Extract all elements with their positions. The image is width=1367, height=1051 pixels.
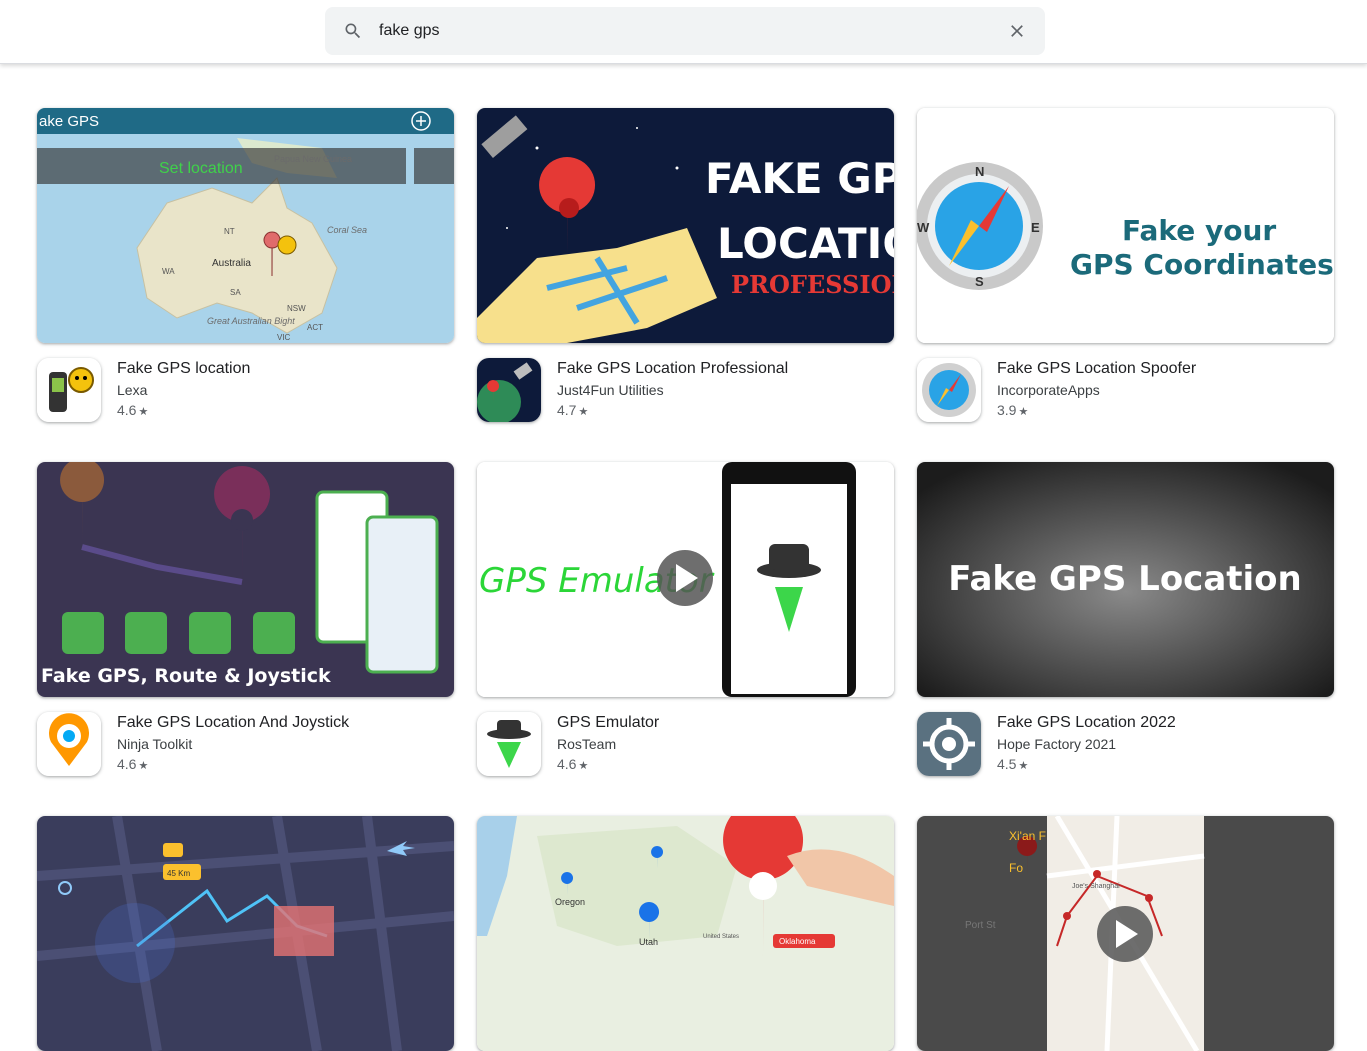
star-icon: ★ (578, 406, 589, 418)
svg-text:VIC: VIC (277, 333, 291, 342)
banner-caption: Fake GPS, Route & Joystick (41, 665, 331, 687)
svg-text:Oklahoma: Oklahoma (779, 937, 816, 946)
search-box[interactable] (325, 7, 1045, 55)
banner-line2: GPS Coordinates (1070, 248, 1334, 281)
svg-text:E: E (1031, 220, 1040, 235)
app-icon[interactable] (37, 358, 101, 422)
svg-text:WA: WA (162, 267, 175, 276)
app-banner[interactable]: Xi'an F Fo Joe's Shanghai Port St (917, 816, 1334, 1051)
svg-text:Papua New Guinea: Papua New Guinea (274, 154, 352, 164)
banner-line1: FAKE GPS (705, 154, 894, 203)
app-banner[interactable]: N S E W Fake your GPS Coordinates (917, 108, 1334, 343)
app-banner[interactable]: GPS Emulator (477, 462, 894, 697)
app-banner[interactable]: Oregon Utah United States Oklahoma (477, 816, 894, 1051)
app-icon[interactable] (917, 712, 981, 776)
app-banner[interactable]: Fake GPS Location (917, 462, 1334, 697)
banner-line2: LOCATION (717, 219, 894, 268)
star-icon: ★ (138, 406, 149, 418)
svg-text:N: N (975, 164, 984, 179)
app-icon[interactable] (477, 712, 541, 776)
app-banner[interactable]: Fake GPS, Route & Joystick (37, 462, 454, 697)
search-input[interactable] (379, 19, 979, 43)
close-icon[interactable] (1007, 21, 1027, 41)
app-icon[interactable] (477, 358, 541, 422)
app-developer[interactable]: IncorporateApps (997, 380, 1327, 400)
svg-text:Australia: Australia (212, 258, 251, 269)
banner-line1: Fake your (1122, 214, 1276, 247)
search-icon[interactable] (343, 21, 363, 41)
banner-header: ake GPS (39, 113, 99, 130)
svg-text:Great Australian Bight: Great Australian Bight (207, 316, 295, 326)
app-rating: 3.9 ★ (997, 402, 1029, 418)
star-icon: ★ (578, 760, 589, 772)
top-bar (0, 0, 1367, 64)
svg-text:United States: United States (703, 934, 739, 940)
svg-text:Xi'an F: Xi'an F (1009, 829, 1046, 843)
svg-text:W: W (917, 220, 930, 235)
app-rating: 4.7 ★ (557, 402, 589, 418)
svg-text:NT: NT (224, 227, 235, 236)
svg-text:S: S (975, 274, 984, 289)
svg-text:NSW: NSW (287, 304, 306, 313)
app-banner[interactable]: FAKE GPS LOCATION PROFESSIONAL (477, 108, 894, 343)
star-icon: ★ (1018, 406, 1029, 418)
distance-label: 45 Km (167, 869, 190, 878)
app-icon[interactable] (37, 712, 101, 776)
app-title[interactable]: Fake GPS Location And Joystick (117, 712, 447, 734)
app-title[interactable]: Fake GPS location (117, 358, 447, 380)
app-rating: 4.6 ★ (117, 402, 149, 418)
svg-text:Joe's Shanghai: Joe's Shanghai (1072, 883, 1120, 890)
svg-text:Oregon: Oregon (555, 897, 585, 907)
app-developer[interactable]: Ninja Toolkit (117, 734, 447, 754)
app-developer[interactable]: Hope Factory 2021 (997, 734, 1327, 754)
app-title[interactable]: GPS Emulator (557, 712, 887, 734)
svg-text:Fo: Fo (1009, 861, 1023, 875)
app-icon[interactable] (917, 358, 981, 422)
app-rating: 4.5 ★ (997, 756, 1029, 772)
svg-text:ACT: ACT (307, 323, 323, 332)
star-icon: ★ (1018, 760, 1029, 772)
app-title[interactable]: Fake GPS Location Professional (557, 358, 887, 380)
svg-text:Port St: Port St (965, 920, 996, 931)
set-location-label: Set location (159, 160, 243, 177)
app-title[interactable]: Fake GPS Location 2022 (997, 712, 1327, 734)
star-icon: ★ (138, 760, 149, 772)
svg-text:SA: SA (230, 288, 241, 297)
app-developer[interactable]: Lexa (117, 380, 447, 400)
app-banner[interactable]: 45 Km (37, 816, 454, 1051)
svg-text:Coral Sea: Coral Sea (327, 225, 367, 235)
app-rating: 4.6 ★ (117, 756, 149, 772)
app-banner[interactable]: ake GPS Set location Papua New Guinea Co… (37, 108, 454, 343)
app-developer[interactable]: Just4Fun Utilities (557, 380, 887, 400)
banner-line3: PROFESSIONAL (731, 270, 894, 299)
banner-caption: Fake GPS Location (948, 559, 1302, 599)
app-rating: 4.6 ★ (557, 756, 589, 772)
app-developer[interactable]: RosTeam (557, 734, 887, 754)
app-title[interactable]: Fake GPS Location Spoofer (997, 358, 1327, 380)
